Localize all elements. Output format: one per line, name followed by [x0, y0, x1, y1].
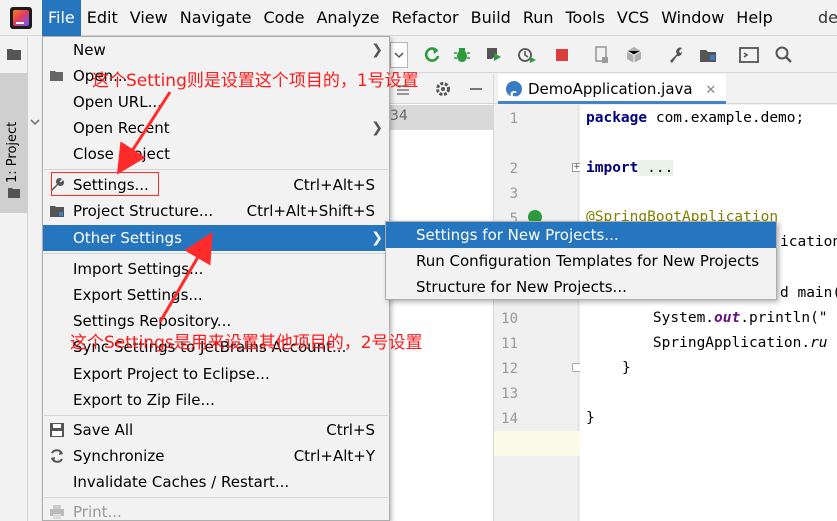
code-line-12: } — [622, 360, 631, 376]
menu-item-print[interactable]: Print... — [43, 499, 389, 521]
line-number: 13 — [501, 386, 518, 402]
editor-gutter: 1 2 3 5 6 10 11 12 13 14 15 + — [494, 105, 581, 521]
gear-icon[interactable] — [434, 80, 452, 98]
menu-bar: File Edit View Navigate Code Analyze Ref… — [0, 0, 837, 36]
menu-item-other-settings[interactable]: Other Settings ❯ — [43, 225, 389, 251]
rerun-icon[interactable] — [422, 45, 442, 65]
line-number: 14 — [501, 411, 518, 427]
menu-navigate[interactable]: Navigate — [174, 0, 258, 36]
menu-separator — [44, 169, 388, 170]
submenu-item-settings-new-projects[interactable]: Settings for New Projects... — [386, 222, 776, 248]
search-icon[interactable] — [774, 45, 794, 65]
run-anything-icon[interactable] — [738, 45, 759, 65]
left-tool-strip: 1: Project — [0, 37, 40, 521]
save-icon — [50, 423, 64, 437]
code-line-3: import ... — [586, 160, 674, 176]
menu-tools[interactable]: Tools — [560, 0, 611, 36]
menu-file[interactable]: File — [42, 0, 81, 36]
collapse-chevron-icon[interactable] — [30, 113, 40, 126]
run-with-coverage-icon[interactable] — [484, 45, 504, 65]
code-line-1: package com.example.demo; — [586, 110, 805, 126]
code-line-9: d main( — [780, 285, 837, 301]
project-structure-icon — [50, 206, 64, 217]
other-settings-submenu: Settings for New Projects... Run Configu… — [385, 221, 777, 300]
menu-item-save-all[interactable]: Save All Ctrl+S — [43, 417, 389, 443]
line-number: 10 — [501, 311, 518, 327]
menu-item-open-recent[interactable]: Open Recent ❯ — [43, 115, 389, 141]
menu-item-new[interactable]: New ❯ — [43, 37, 389, 63]
folder-icon[interactable] — [6, 47, 22, 61]
menu-item-invalidate-caches[interactable]: Invalidate Caches / Restart... — [43, 469, 389, 495]
menu-item-close-project[interactable]: Close Project — [43, 141, 389, 167]
menu-build[interactable]: Build — [465, 0, 517, 36]
annotation-note-2: 这个Settings是用来设置其他项目的，2号设置 — [70, 333, 423, 353]
project-tab-label: 1: Project — [5, 121, 20, 183]
stop-icon[interactable] — [552, 45, 572, 65]
submenu-item-run-config-templates[interactable]: Run Configuration Templates for New Proj… — [386, 248, 776, 274]
menu-window[interactable]: Window — [655, 0, 730, 36]
code-line-11: SpringApplication.ru — [618, 335, 828, 351]
submenu-arrow-icon: ❯ — [371, 120, 383, 136]
menu-run[interactable]: Run — [517, 0, 560, 36]
project-tool-tab[interactable]: 1: Project — [0, 73, 28, 213]
code-editor[interactable]: package com.example.demo; import ... @Sp… — [580, 105, 837, 521]
project-structure-icon[interactable] — [698, 45, 718, 65]
submenu-arrow-icon: ❯ — [371, 230, 383, 246]
menu-item-export-zip[interactable]: Export to Zip File... — [43, 387, 389, 413]
menu-help[interactable]: Help — [730, 0, 778, 36]
file-menu-dropdown: New ❯ Open... Open URL... Open Recent ❯ Cl… — [42, 36, 390, 521]
menu-refactor[interactable]: Refactor — [386, 0, 465, 36]
submenu-arrow-icon: ❯ — [371, 42, 383, 58]
editor-tab-bar: DemoApplication.java ✕ — [494, 74, 837, 109]
line-number: 12 — [501, 361, 518, 377]
settings-wrench-icon[interactable] — [666, 45, 686, 65]
cube-icon[interactable] — [624, 45, 644, 65]
tab-label: DemoApplication.java — [528, 80, 693, 98]
menu-item-project-structure[interactable]: Project Structure... Ctrl+Alt+Shift+S — [43, 198, 389, 224]
main-toolbar — [390, 37, 837, 73]
menu-item-synchronize[interactable]: Synchronize Ctrl+Alt+Y — [43, 443, 389, 469]
run-config-dropdown[interactable] — [390, 42, 408, 68]
tab-demo-application[interactable]: DemoApplication.java ✕ — [498, 74, 727, 109]
line-number: 3 — [509, 186, 518, 202]
annotation-note-1: 这个Setting则是设置这个项目的，1号设置 — [92, 71, 419, 91]
menu-separator — [44, 415, 388, 416]
line-number: 1 — [509, 111, 518, 127]
folder-icon — [7, 185, 21, 198]
line-number: 11 — [501, 336, 518, 352]
menu-item-open-url[interactable]: Open URL... — [43, 89, 389, 115]
intellij-logo-icon — [10, 6, 32, 29]
menu-code[interactable]: Code — [258, 0, 311, 36]
menu-analyze[interactable]: Analyze — [310, 0, 385, 36]
open-folder-icon — [50, 71, 63, 81]
menu-separator — [44, 253, 388, 254]
selected-row: 34 — [390, 105, 494, 130]
java-class-icon — [506, 79, 522, 109]
line-number: 2 — [509, 161, 518, 177]
code-line-10: System.out.println(" — [618, 310, 828, 326]
menu-separator — [44, 497, 388, 498]
code-line-14: } — [586, 410, 595, 426]
menu-vcs[interactable]: VCS — [611, 0, 655, 36]
menu-item-export-settings[interactable]: Export Settings... — [43, 282, 389, 308]
row-number: 34 — [390, 108, 408, 124]
sync-icon — [51, 449, 63, 463]
print-icon — [50, 505, 64, 519]
menu-view[interactable]: View — [124, 0, 174, 36]
submenu-item-structure-new-projects[interactable]: Structure for New Projects... — [386, 274, 776, 300]
menu-item-import-settings[interactable]: Import Settings... — [43, 256, 389, 282]
menu-edit[interactable]: Edit — [81, 0, 124, 36]
profile-icon[interactable] — [516, 45, 536, 65]
settings-highlight-box — [51, 172, 159, 196]
menu-item-export-eclipse[interactable]: Export Project to Eclipse... — [43, 361, 389, 387]
minimize-icon[interactable] — [470, 88, 482, 90]
close-icon[interactable]: ✕ — [705, 83, 716, 98]
attach-debugger-icon[interactable] — [592, 45, 612, 65]
window-title-fragment: der — [818, 7, 837, 27]
code-line-6: ication — [780, 234, 837, 250]
debug-icon[interactable] — [452, 45, 472, 65]
